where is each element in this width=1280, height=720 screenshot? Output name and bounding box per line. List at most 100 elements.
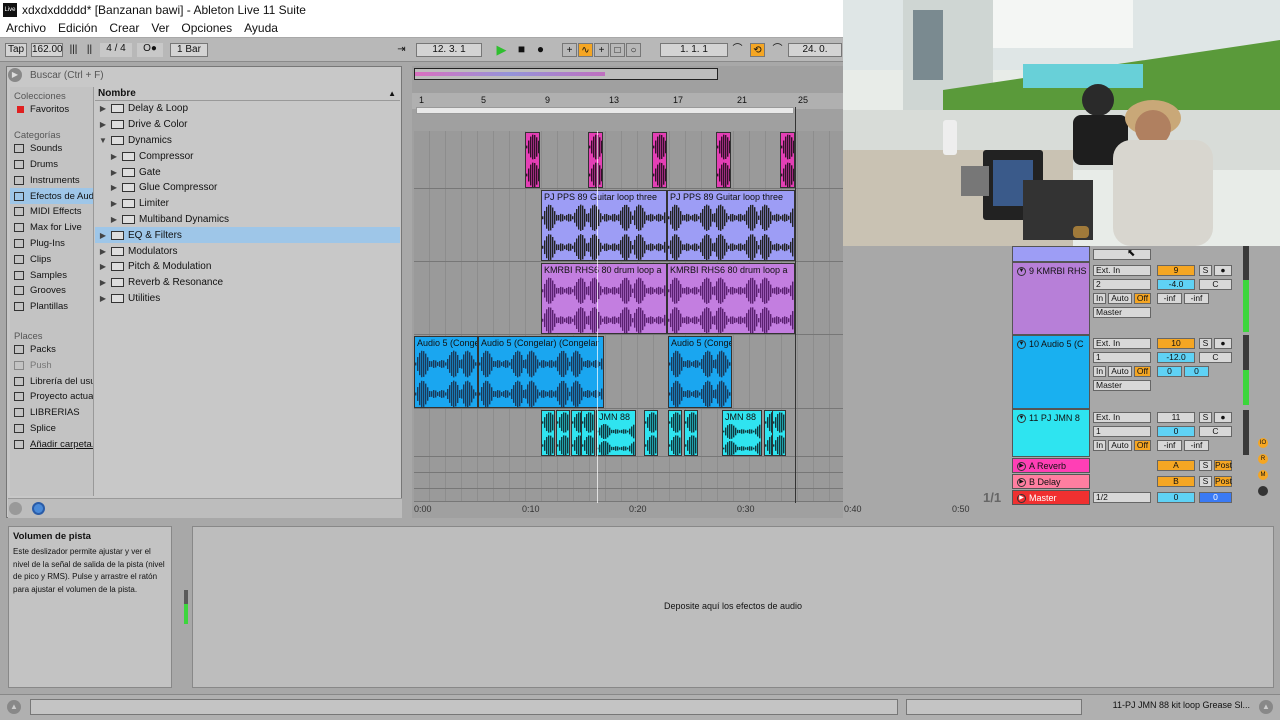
chevron-right-icon[interactable]: ▶	[109, 183, 119, 192]
audio-clip-audio5[interactable]: Audio 5 (Conge	[668, 336, 732, 408]
time-signature[interactable]: 4 / 4	[100, 43, 132, 57]
sort-arrow-icon[interactable]: ▲	[388, 87, 396, 101]
browser-item[interactable]: ▶ Reverb & Resonance	[95, 275, 400, 291]
track-name[interactable]: ▼ 10 Audio 5 (C	[1012, 335, 1090, 409]
track-activator[interactable]: 9	[1157, 265, 1195, 276]
arm-record-icon[interactable]: ●	[1214, 412, 1232, 423]
chevron-right-icon[interactable]: ▶	[98, 247, 108, 256]
audio-clip-audio5[interactable]: Audio 5 (Conge	[414, 336, 478, 408]
tempo-field[interactable]: 162.00	[31, 43, 63, 57]
pan-field[interactable]: C	[1199, 279, 1232, 290]
solo-button[interactable]: S	[1199, 412, 1212, 423]
sidebar-item-splice[interactable]: Splice	[10, 421, 93, 437]
monitor-off-button[interactable]: Off	[1134, 366, 1151, 377]
arm-record-icon[interactable]: ●	[1214, 338, 1232, 349]
sidebar-item-grooves[interactable]: Grooves	[10, 283, 93, 299]
sidebar-item-audio-effects[interactable]: Efectos de Aud	[10, 188, 93, 204]
browser-item[interactable]: ▶ Drive & Color	[95, 117, 400, 133]
track-fold-icon[interactable]: ▼	[1017, 414, 1026, 424]
midi-clip[interactable]	[525, 132, 540, 188]
audio-clip-jmn[interactable]	[684, 410, 698, 456]
chevron-right-icon[interactable]: ▶	[98, 231, 108, 240]
loop-start-field[interactable]: 1. 1. 1	[660, 43, 728, 57]
record-icon[interactable]: ●	[533, 43, 548, 57]
pan-field[interactable]: C	[1199, 426, 1232, 437]
monitor-in-button[interactable]: In	[1093, 293, 1106, 304]
follow-icon[interactable]: ⇥	[394, 43, 409, 57]
browser-item[interactable]: ▶ Modulators	[95, 243, 400, 259]
input-type-menu[interactable]: Ext. In	[1093, 412, 1151, 423]
input-channel-menu[interactable]: 2	[1093, 279, 1151, 290]
browser-item[interactable]: ▶ Limiter	[95, 196, 400, 212]
audio-clip-guitar[interactable]: PJ PPS 89 Guitar loop three	[541, 190, 667, 261]
mixer-toggle-icon[interactable]: M	[1258, 470, 1268, 480]
menu-crear[interactable]: Crear	[109, 21, 139, 35]
punch-out-icon[interactable]: ⌒	[770, 43, 785, 57]
chevron-down-icon[interactable]: ▼	[98, 136, 108, 145]
audio-clip-guitar[interactable]: PJ PPS 89 Guitar loop three	[667, 190, 795, 261]
chevron-right-icon[interactable]: ▶	[109, 215, 119, 224]
input-type-menu[interactable]	[1093, 249, 1151, 260]
device-view[interactable]: Deposite aquí los efectos de audio	[192, 526, 1274, 688]
quantize-menu[interactable]: 1 Bar	[170, 43, 208, 57]
midi-clip[interactable]	[588, 132, 603, 188]
browser-item[interactable]: ▶ Multiband Dynamics	[95, 212, 400, 228]
return-activator[interactable]: B	[1157, 476, 1195, 487]
sidebar-item-max-for-live[interactable]: Max for Live	[10, 220, 93, 236]
return-name[interactable]: ▶ Master	[1012, 490, 1090, 505]
browser-item[interactable]: ▶ Compressor	[95, 148, 400, 164]
monitor-in-button[interactable]: In	[1093, 440, 1106, 451]
browser-item[interactable]: ▶ Gate	[95, 164, 400, 180]
sidebar-item-sounds[interactable]: Sounds	[10, 141, 93, 157]
chevron-right-icon[interactable]: ▶	[98, 262, 108, 271]
nudge-icon[interactable]: |||	[66, 43, 81, 57]
menu-ver[interactable]: Ver	[151, 21, 169, 35]
post-button[interactable]: Post	[1214, 476, 1232, 487]
solo-button[interactable]: S	[1199, 476, 1212, 487]
sidebar-item-user-library[interactable]: Librería del usu	[10, 373, 93, 389]
master-output-menu[interactable]: 1/2	[1093, 492, 1151, 503]
audio-clip-audio5[interactable]: Audio 5 (Congelar) (Congelar	[478, 336, 604, 408]
browser-item[interactable]: ▶ Pitch & Modulation	[95, 259, 400, 275]
master-pan[interactable]: 0	[1199, 492, 1232, 503]
sidebar-item-packs[interactable]: Packs	[10, 342, 93, 358]
track-header-guitar[interactable]	[1012, 246, 1090, 262]
chevron-right-icon[interactable]: ▶	[109, 199, 119, 208]
overdub-icon[interactable]: +	[562, 43, 577, 57]
midi-clip[interactable]	[716, 132, 731, 188]
browser-hide-icon[interactable]	[9, 502, 22, 515]
input-channel-menu[interactable]: 1	[1093, 352, 1151, 363]
track-lane-drums-midi[interactable]	[414, 131, 843, 189]
chevron-right-icon[interactable]: ▶	[98, 278, 108, 287]
sidebar-item-librerias[interactable]: LIBRERIAS	[10, 405, 93, 421]
midi-clip[interactable]	[780, 132, 795, 188]
audio-clip-jmn[interactable]	[668, 410, 682, 456]
audio-clip-jmn[interactable]	[772, 410, 786, 456]
input-channel-menu[interactable]: 1	[1093, 426, 1151, 437]
delay-toggle-icon[interactable]	[1258, 486, 1268, 496]
chevron-right-icon[interactable]: ▶	[98, 120, 108, 129]
song-position[interactable]: 12. 3. 1	[416, 43, 482, 57]
monitor-off-button[interactable]: Off	[1134, 440, 1151, 451]
volume-field[interactable]: 0	[1157, 426, 1195, 437]
track-name[interactable]: ▼ 11 PJ JMN 8	[1012, 409, 1090, 457]
menu-opciones[interactable]: Opciones	[181, 21, 232, 35]
post-button[interactable]: Post	[1214, 460, 1232, 471]
track-lane-master[interactable]	[414, 489, 843, 502]
monitor-auto-button[interactable]: Auto	[1108, 440, 1132, 451]
browser-search-input[interactable]: Buscar (Ctrl + F)	[30, 70, 402, 84]
monitor-auto-button[interactable]: Auto	[1108, 293, 1132, 304]
time-ruler[interactable]: 0:00 0:10 0:20 0:30 0:40 0:50	[412, 502, 1010, 516]
solo-button[interactable]: S	[1199, 338, 1212, 349]
loop-brace[interactable]	[416, 107, 794, 114]
track-lane-delay[interactable]	[414, 473, 843, 489]
sidebar-item-instruments[interactable]: Instruments	[10, 172, 93, 188]
track-fold-icon[interactable]: ▶	[1017, 478, 1026, 488]
track-fold-icon[interactable]: ▶	[1017, 462, 1026, 472]
monitor-in-button[interactable]: In	[1093, 366, 1106, 377]
master-volume[interactable]: 0	[1157, 492, 1195, 503]
metronome-toggle[interactable]: O●	[137, 43, 163, 57]
audio-clip-drum-loop[interactable]: KMRBI RHS6 80 drum loop a	[541, 263, 667, 334]
automation-arm-icon[interactable]: ∿	[578, 43, 593, 57]
monitor-auto-button[interactable]: Auto	[1108, 366, 1132, 377]
